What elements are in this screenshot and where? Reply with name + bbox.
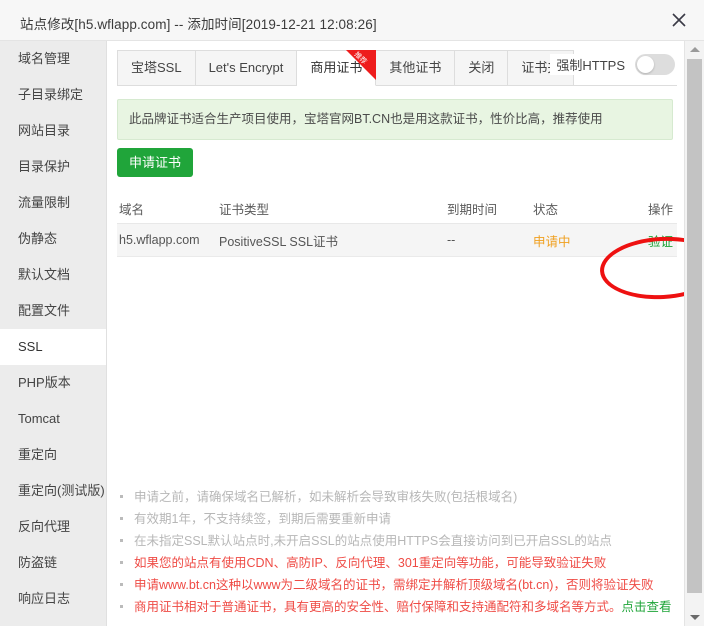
sidebar-item-redirect-beta[interactable]: 重定向(测试版) (0, 473, 106, 509)
page-title: 站点修改[h5.wflapp.com] -- 添加时间[2019-12-21 1… (20, 17, 377, 32)
cell-expire: -- (447, 233, 456, 247)
sidebar-item-ssl[interactable]: SSL (0, 329, 106, 365)
sidebar-item-config-file[interactable]: 配置文件 (0, 293, 106, 329)
sidebar-item-reverse-proxy[interactable]: 反向代理 (0, 509, 106, 545)
sidebar-item-php-version[interactable]: PHP版本 (0, 365, 106, 401)
force-https-label: 强制HTTPS (556, 58, 625, 73)
scroll-up-arrow-icon[interactable] (685, 41, 704, 59)
tab-bar: 宝塔SSL Let's Encrypt 商用证书 推荐 其他证书 关闭 证书夹 … (117, 50, 677, 86)
note-item: 如果您的站点有使用CDN、高防IP、反向代理、301重定向等功能，可能导致验证失… (117, 552, 677, 574)
vertical-scrollbar[interactable] (684, 41, 704, 626)
column-header-status: 状态 (533, 202, 559, 217)
scrollbar-thumb[interactable] (687, 59, 702, 593)
note-text: 商用证书相对于普通证书，具有更高的安全性、赔付保障和支持通配符和多域名等方式。 (134, 600, 622, 614)
tab-list: 宝塔SSL Let's Encrypt 商用证书 推荐 其他证书 关闭 证书夹 (117, 50, 575, 86)
note-item: 在未指定SSL默认站点时,未开启SSL的站点使用HTTPS会直接访问到已开启SS… (117, 530, 677, 552)
sidebar-item-rewrite[interactable]: 伪静态 (0, 221, 106, 257)
main-panel: 宝塔SSL Let's Encrypt 商用证书 推荐 其他证书 关闭 证书夹 … (108, 41, 704, 626)
cell-type: PositiveSSL SSL证书 (219, 234, 339, 249)
view-details-link[interactable]: 点击查看 (622, 600, 672, 614)
force-https-toggle[interactable] (635, 54, 675, 75)
column-header-type: 证书类型 (219, 202, 270, 217)
tab-close-ssl[interactable]: 关闭 (455, 50, 509, 86)
note-item: 商用证书相对于普通证书，具有更高的安全性、赔付保障和支持通配符和多域名等方式。点… (117, 596, 677, 618)
sidebar-item-subdirectory-binding[interactable]: 子目录绑定 (0, 77, 106, 113)
window-titlebar: 站点修改[h5.wflapp.com] -- 添加时间[2019-12-21 1… (0, 0, 704, 41)
cell-operation: 验证 (629, 231, 677, 250)
status-badge: 申请中 (533, 234, 571, 249)
tab-commercial-cert-label: 商用证书 (310, 60, 363, 75)
force-https-group: 强制HTTPS (550, 54, 675, 75)
sidebar-item-directory-protection[interactable]: 目录保护 (0, 149, 106, 185)
sidebar-item-site-directory[interactable]: 网站目录 (0, 113, 106, 149)
table-row: h5.wflapp.com PositiveSSL SSL证书 -- 申请中 验… (117, 224, 677, 257)
sidebar-item-response-log[interactable]: 响应日志 (0, 581, 106, 617)
close-icon[interactable] (664, 6, 694, 34)
sidebar: 域名管理 子目录绑定 网站目录 目录保护 流量限制 伪静态 默认文档 配置文件 … (0, 41, 107, 626)
column-header-operation: 操作 (647, 202, 673, 217)
note-item: 申请之前，请确保域名已解析，如未解析会导致审核失败(包括根域名) (117, 486, 677, 508)
tab-other-cert[interactable]: 其他证书 (376, 50, 456, 86)
verify-link[interactable]: 验证 (648, 235, 673, 249)
tab-baota-ssl[interactable]: 宝塔SSL (117, 50, 196, 86)
tab-lets-encrypt[interactable]: Let's Encrypt (195, 50, 298, 86)
sidebar-item-domain-manage[interactable]: 域名管理 (0, 41, 106, 77)
sidebar-item-traffic-limit[interactable]: 流量限制 (0, 185, 106, 221)
note-item: 有效期1年，不支持续签，到期后需要重新申请 (117, 508, 677, 530)
sidebar-item-tomcat[interactable]: Tomcat (0, 401, 106, 437)
sidebar-item-default-document[interactable]: 默认文档 (0, 257, 106, 293)
scroll-down-arrow-icon[interactable] (685, 608, 704, 626)
apply-certificate-button[interactable]: 申请证书 (117, 148, 194, 177)
cell-domain: h5.wflapp.com (119, 233, 200, 247)
table-header-row: 域名 证书类型 到期时间 状态 操作 (117, 193, 677, 224)
certificate-table: 域名 证书类型 到期时间 状态 操作 h5.wflapp.com Positiv… (117, 193, 677, 257)
note-item: 申请www.bt.cn这种以www为二级域名的证书，需绑定并解析顶级域名(bt.… (117, 574, 677, 596)
notes-list: 申请之前，请确保域名已解析，如未解析会导致审核失败(包括根域名) 有效期1年，不… (117, 486, 677, 618)
column-header-domain: 域名 (119, 202, 145, 217)
sidebar-item-redirect[interactable]: 重定向 (0, 437, 106, 473)
sidebar-item-anti-leech[interactable]: 防盗链 (0, 545, 106, 581)
tab-commercial-cert[interactable]: 商用证书 推荐 (297, 50, 377, 86)
tab-underline (117, 85, 677, 86)
info-banner: 此品牌证书适合生产项目使用，宝塔官网BT.CN也是用这款证书，性价比高，推荐使用 (117, 99, 673, 140)
column-header-expire: 到期时间 (447, 202, 498, 217)
